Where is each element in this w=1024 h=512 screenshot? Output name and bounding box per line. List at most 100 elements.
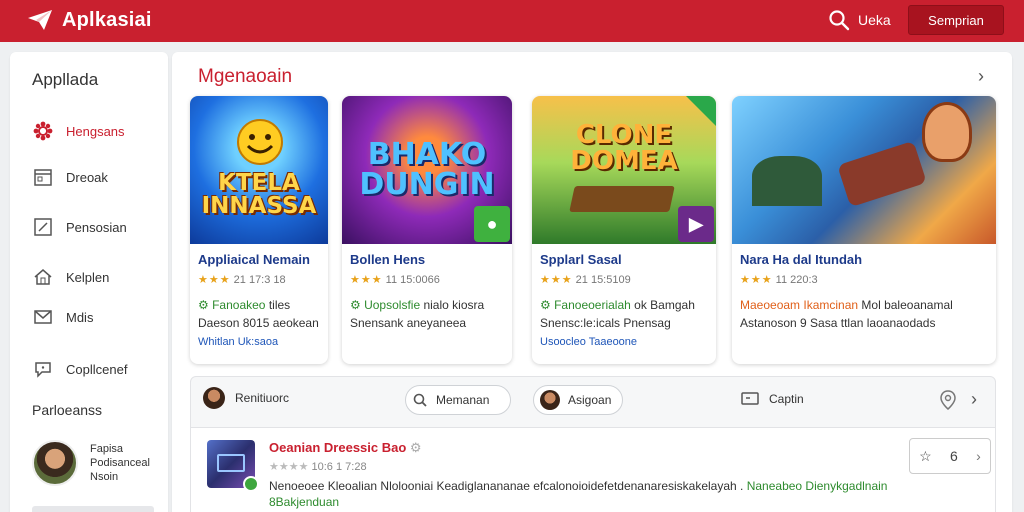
sidebar-item-5[interactable]: Copllcenef [32, 358, 127, 380]
app-meta-highlight: Maeoeoam Ikamcinan [740, 298, 859, 312]
sidebar-item-label: Hengsans [66, 123, 125, 139]
app-meta-link[interactable]: Usoocleo Taaeoone [540, 336, 637, 348]
filter-chip-label: Asigoan [568, 393, 612, 407]
app-rating: ★★★ 21 17:3 18 [198, 273, 286, 286]
app-meta-line: Snensc:le:icals Pnensag [540, 316, 671, 330]
filter-chip[interactable]: Memanan [405, 385, 511, 415]
app-rating: ★★★ 11 220:3 [740, 273, 818, 286]
app-card-art-title: KTELA INNASSA [201, 170, 317, 219]
app-card[interactable]: KTELA INNASSA Appliaical Nemain ★★★ 21 17… [190, 96, 328, 364]
filter-chip[interactable]: Asigoan [533, 385, 623, 415]
sidebar-item-1[interactable]: Dreoak [32, 166, 108, 188]
edit-icon [32, 216, 54, 238]
app-name[interactable]: Nara Ha dal Itundah [740, 252, 862, 267]
app-meta-line: Astanoson 9 Sasa ttlan laoanaodads [740, 316, 936, 330]
filter-bar: Renitiuorc Memanan Asigoan Captin › [190, 376, 996, 428]
app-meta-text: ok Bamgah [634, 298, 695, 312]
logo[interactable]: Aplkasiai [26, 8, 152, 32]
app-header: Aplkasiai Ueka Semprian [0, 0, 1024, 42]
favorite-count: 6 [950, 448, 958, 464]
sidebar-item-label: Dreoak [66, 169, 108, 185]
app-meta-highlight: Fanoakeo [212, 298, 266, 312]
list-item[interactable]: Oeanian Dreessic Bao ⚙ ★★★★ 10:6 1 7:28 … [190, 428, 996, 512]
app-meta-line: Snensank aneyaneea [350, 316, 467, 330]
calendar-icon [32, 166, 54, 188]
user-profile[interactable]: Fapisa Podisanceal Nsoin [32, 440, 150, 486]
avatar [32, 440, 78, 486]
new-badge-icon [686, 96, 716, 126]
user-info: Fapisa Podisanceal Nsoin [90, 442, 150, 484]
filter-chip[interactable]: Renitiuorc [203, 387, 289, 409]
star-rating-icon: ★★★ [540, 274, 573, 286]
app-meta-highlight: Fanoeoerialah [554, 298, 631, 312]
rating-text: 21 17:3 18 [233, 274, 286, 286]
chevron-right-icon[interactable]: › [978, 66, 984, 87]
chat-icon [32, 358, 54, 380]
search-icon [829, 10, 850, 31]
play-icon: ▶ [678, 206, 714, 242]
star-rating-icon: ★★★ [740, 274, 773, 286]
chevron-right-icon[interactable]: › [971, 389, 977, 410]
chevron-right-icon: › [976, 448, 981, 464]
home-icon [32, 266, 54, 288]
game-controller-icon: ● [474, 206, 510, 242]
sidebar-item-label: Pensosian [66, 219, 127, 235]
sidebar-title: Appllada [32, 70, 99, 89]
user-detail: Nsoin [90, 471, 119, 483]
hero-character-icon [922, 102, 972, 162]
app-meta: ⚙ Fanoakeo tiles [198, 298, 291, 312]
user-detail: Podisanceal [90, 457, 150, 469]
gear-flower-icon [32, 120, 54, 142]
sidebar-item-2[interactable]: Pensosian [32, 216, 127, 238]
app-thumbnail [207, 440, 259, 492]
star-icon: ☆ [919, 447, 932, 464]
search-label: Ueka [858, 12, 891, 28]
verified-badge-icon [243, 476, 259, 492]
app-meta-highlight: Uopsolsfie [364, 298, 421, 312]
list-item-description: Nenoeoee Kleoalian Nlolooniai Keadiglana… [269, 479, 888, 509]
location-pin-icon[interactable] [939, 389, 957, 411]
cannon-icon [837, 140, 927, 208]
app-name[interactable]: Bollen Hens [350, 252, 425, 267]
app-card[interactable]: CLONE DOMEA ▶ Spplarl Sasal ★★★ 21 15:510… [532, 96, 716, 364]
sidebar-item-label: Mdis [66, 309, 94, 325]
search-button[interactable]: Ueka [828, 9, 891, 31]
app-name: Aplkasiai [62, 8, 152, 31]
app-meta: ⚙ Uopsolsfie nialo kiosra [350, 298, 485, 312]
sidebar-bottom-bar [32, 506, 154, 512]
settings-icon: ⚙ [409, 440, 422, 455]
sidebar-item-4[interactable]: Mdis [32, 306, 93, 328]
list-item-title[interactable]: Oeanian Dreessic Bao ⚙ [269, 440, 422, 456]
sidebar-item-0[interactable]: Hengsans [32, 120, 125, 142]
app-rating: ★★★ 21 15:5109 [540, 273, 631, 286]
treasure-chest-icon [569, 186, 675, 212]
section-title: Mgenaoain [198, 66, 293, 87]
app-meta-line: Daeson 8015 aeokean [198, 316, 319, 330]
app-card-image: CLONE DOMEA ▶ [532, 96, 716, 244]
favorite-button[interactable]: ☆ 6 › [909, 438, 991, 474]
app-meta-link[interactable]: Whitlan Uk:saoa [198, 336, 278, 348]
island-icon [752, 156, 822, 206]
filter-chip[interactable]: Captin [741, 391, 804, 407]
star-rating-icon: ★★★ [198, 274, 231, 286]
user-name: Fapisa [90, 443, 124, 455]
signin-button[interactable]: Semprian [908, 5, 1004, 35]
filter-chip-label: Memanan [436, 393, 490, 407]
app-meta-text: nialo kiosra [423, 298, 485, 312]
sidebar-item-label: Kelplen [66, 269, 110, 285]
app-name[interactable]: Spplarl Sasal [540, 252, 622, 267]
filter-chip-label: Renitiuorc [235, 391, 290, 405]
emoji-face-icon [237, 119, 283, 165]
app-card[interactable]: Nara Ha dal Itundah ★★★ 11 220:3 Maeoeoa… [732, 96, 996, 364]
monitor-icon [741, 392, 759, 405]
app-rating: ★★★ 11 15:0066 [350, 273, 440, 286]
app-name[interactable]: Appliaical Nemain [198, 252, 310, 267]
app-meta-text: tiles [268, 298, 291, 312]
sidebar: Appllada Hengsans Dreoak Pensosian Kelpl… [10, 52, 168, 512]
star-rating-icon: ★★★★ [269, 461, 309, 473]
sidebar-item-3[interactable]: Kelplen [32, 266, 109, 288]
rating-text: 11 220:3 [775, 274, 818, 286]
rating-text: 21 15:5109 [575, 274, 631, 286]
star-rating-icon: ★★★ [350, 274, 383, 286]
app-card[interactable]: BHAKO DUNGIN ● Bollen Hens ★★★ 11 15:0066… [342, 96, 512, 364]
